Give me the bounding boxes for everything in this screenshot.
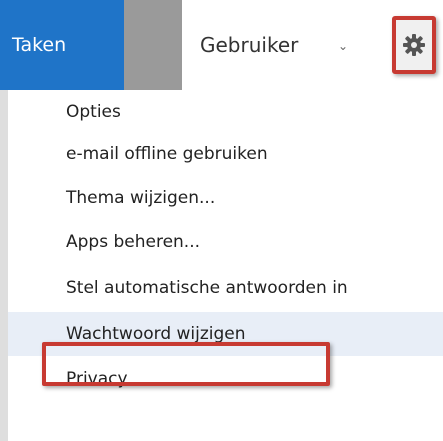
settings-gear-button[interactable] <box>392 16 436 74</box>
menu-item-thema-wijzigen[interactable]: Thema wijzigen... <box>8 176 443 220</box>
menu-item-email-offline[interactable]: e-mail offline gebruiken <box>8 132 443 176</box>
menu-item-apps-beheren[interactable]: Apps beheren... <box>8 220 443 264</box>
top-navigation-bar: Taken Gebruiker ⌄ <box>0 0 443 90</box>
tab-taken[interactable]: Taken <box>0 0 124 90</box>
user-name: Gebruiker <box>200 33 299 57</box>
menu-item-automatische-antwoorden[interactable]: Stel automatische antwoorden in <box>8 266 443 310</box>
settings-dropdown-menu: Opties e-mail offline gebruiken Thema wi… <box>0 90 443 441</box>
nav-spacer <box>124 0 182 90</box>
menu-item-wachtwoord-wijzigen[interactable]: Wachtwoord wijzigen <box>8 312 443 356</box>
gear-icon <box>403 34 425 56</box>
menu-item-privacy[interactable]: Privacy <box>8 357 443 401</box>
menu-item-opties[interactable]: Opties <box>8 90 443 134</box>
user-menu-button[interactable]: Gebruiker ⌄ <box>182 0 382 90</box>
chevron-down-icon: ⌄ <box>338 39 349 53</box>
